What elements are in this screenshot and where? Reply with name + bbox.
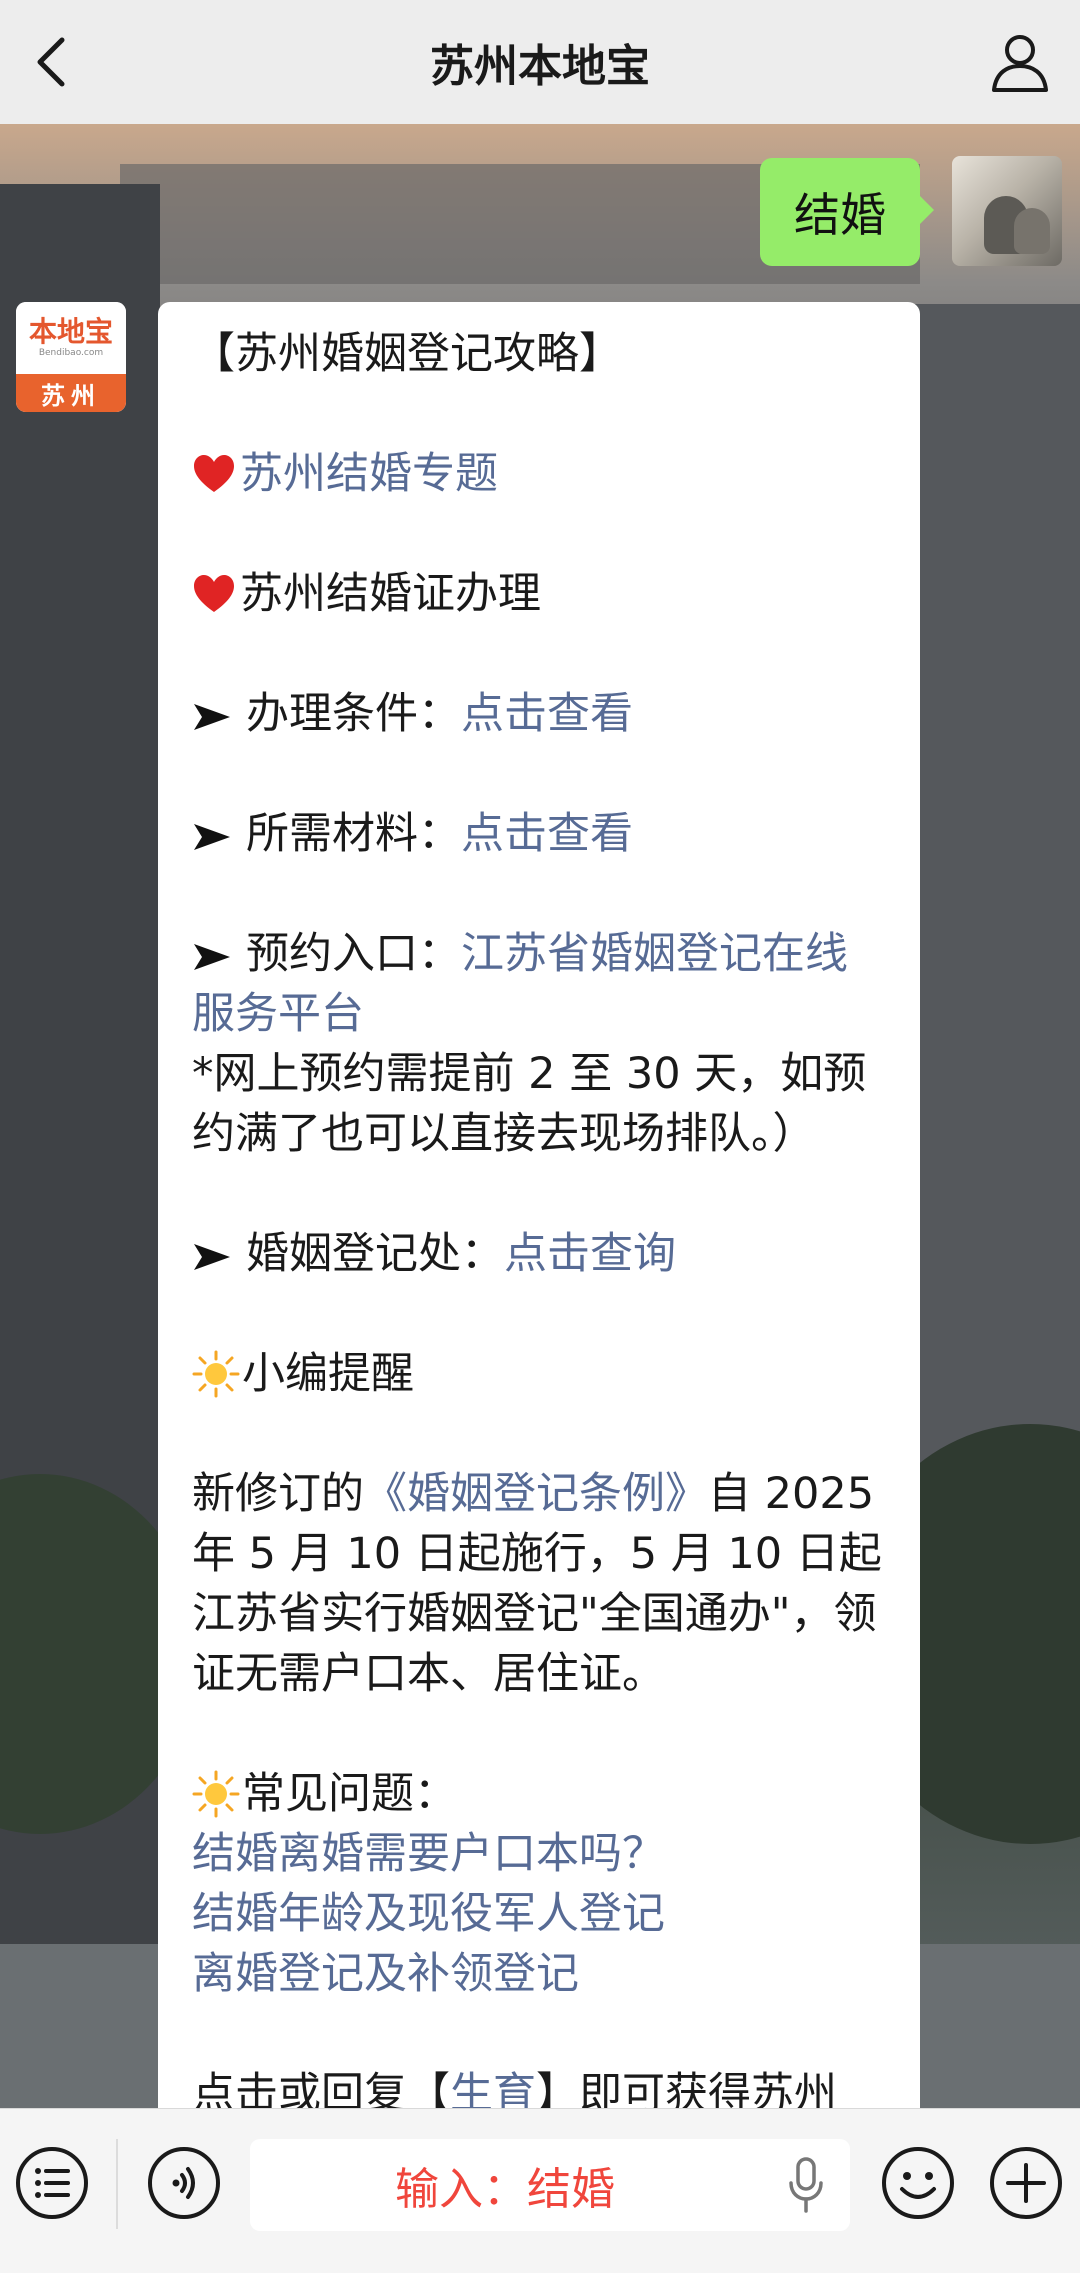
arrow-right-icon [194,824,230,850]
office-row: 婚姻登记处：点击查询 [192,1224,886,1284]
reminder-title: 小编提醒 [242,1349,414,1399]
top-navigation-bar: 苏州本地宝 [0,0,1080,124]
conditions-label: 办理条件： [246,689,461,739]
heart-icon [194,455,234,492]
certificate-text: 苏州结婚证办理 [240,569,541,619]
reminder-paragraph: 新修订的《婚姻登记条例》自 2025 年 5 月 10 日起施行，5 月 10 … [192,1464,886,1704]
office-label: 婚姻登记处： [246,1229,504,1279]
avatar-figure-2 [1014,208,1050,254]
message-input-text: 输入：结婚 [395,2164,615,2215]
faq-link[interactable]: 结婚年龄及现役军人登记 [192,1884,886,1944]
received-message-bubble: 【苏州婚姻登记攻略】 苏州结婚专题 苏州结婚证办理 办理条件：点击查看 所需材料… [158,302,920,2202]
arrow-right-icon [194,704,230,730]
voice-mode-icon[interactable] [144,2143,224,2223]
booking-note: *网上预约需提前 2 至 30 天，如预约满了也可以直接去现场排队。） [192,1049,867,1159]
back-arrow-icon[interactable] [22,30,86,94]
reminder-prefix: 新修订的 [192,1469,364,1519]
faq-link[interactable]: 结婚离婚需要户口本吗？ [192,1824,886,1884]
reply-title: 【苏州婚姻登记攻略】 [192,329,622,379]
bot-avatar-logo-sub: Bendibao.com [38,348,104,358]
arrow-right-icon [194,944,230,970]
user-profile-icon[interactable] [986,28,1054,96]
sent-message-bubble[interactable]: 结婚 [760,158,934,266]
toolbar-divider [116,2139,118,2229]
user-avatar[interactable] [952,156,1062,266]
faq-title: 常见问题： [242,1769,457,1819]
bot-avatar-logo: 本地宝 Bendibao.com [16,302,126,374]
sent-message-text: 结婚 [794,188,886,242]
sun-icon [192,1350,240,1398]
materials-label: 所需材料： [246,809,461,859]
reminder-title-row: 小编提醒 [192,1344,886,1404]
topic-row: 苏州结婚专题 [192,444,886,504]
arrow-right-icon [194,1244,230,1270]
materials-link[interactable]: 点击查看 [461,809,633,859]
faq-title-row: 常见问题： [192,1764,886,1824]
message-input[interactable]: 输入：结婚 [250,2139,850,2231]
conditions-link[interactable]: 点击查看 [461,689,633,739]
bottom-input-bar: 输入：结婚 [0,2108,1080,2273]
booking-label: 预约入口： [246,929,461,979]
faq-link[interactable]: 离婚登记及补领登记 [192,1944,886,2004]
conditions-row: 办理条件：点击查看 [192,684,886,744]
bot-avatar-logo-text: 本地宝 [28,315,113,348]
emoji-icon[interactable] [878,2143,958,2223]
bot-avatar-city: 苏州 [16,374,126,412]
page-title: 苏州本地宝 [430,41,650,92]
regulation-link[interactable]: 《婚姻登记条例》 [364,1469,708,1519]
booking-row: 预约入口：江苏省婚姻登记在线服务平台 [192,924,886,1044]
office-link[interactable]: 点击查询 [504,1229,676,1279]
topic-link[interactable]: 苏州结婚专题 [240,449,498,499]
heart-icon [194,575,234,612]
bot-avatar[interactable]: 本地宝 Bendibao.com 苏州 [16,302,126,412]
menu-list-icon[interactable] [12,2143,92,2223]
materials-row: 所需材料：点击查看 [192,804,886,864]
sun-icon [192,1770,240,1818]
certificate-row: 苏州结婚证办理 [192,564,886,624]
microphone-icon[interactable] [786,2157,826,2213]
plus-icon[interactable] [986,2143,1066,2223]
